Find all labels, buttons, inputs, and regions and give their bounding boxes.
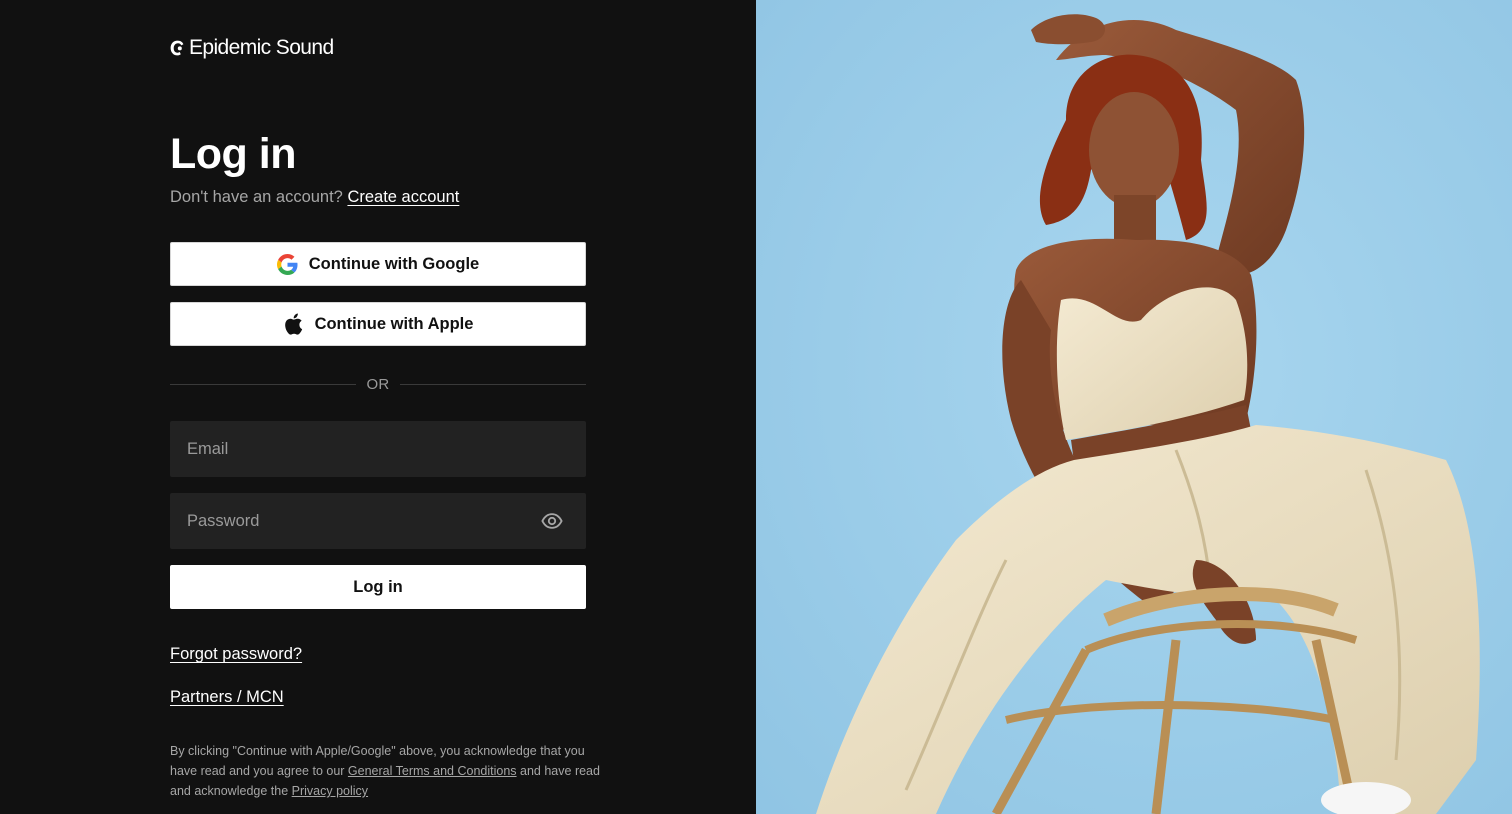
divider-line-left xyxy=(170,383,357,385)
password-field[interactable] xyxy=(187,493,540,549)
email-field[interactable] xyxy=(187,421,569,477)
epidemic-sound-logo-icon xyxy=(170,40,184,56)
email-field-container xyxy=(170,421,586,477)
login-panel: Epidemic Sound Log in Don't have an acco… xyxy=(0,0,756,814)
brand-logo[interactable]: Epidemic Sound xyxy=(170,36,334,60)
signup-prompt: Don't have an account? xyxy=(170,188,343,206)
hero-photo-illustration xyxy=(756,0,1512,814)
create-account-link[interactable]: Create account xyxy=(347,188,459,206)
divider-line-right xyxy=(399,383,587,385)
or-divider: OR xyxy=(170,374,587,394)
privacy-policy-link[interactable]: Privacy policy xyxy=(292,784,368,798)
continue-with-apple-button[interactable]: Continue with Apple xyxy=(170,302,586,346)
continue-with-google-button[interactable]: Continue with Google xyxy=(170,242,586,286)
password-field-container xyxy=(170,493,586,549)
legal-notice: By clicking "Continue with Apple/Google"… xyxy=(170,741,600,801)
or-label: OR xyxy=(366,375,390,393)
hero-image xyxy=(756,0,1512,814)
partners-mcn-link[interactable]: Partners / MCN xyxy=(170,686,284,708)
signup-prompt-row: Don't have an account? Create account xyxy=(170,186,459,208)
page-title: Log in xyxy=(170,130,296,178)
google-button-label: Continue with Google xyxy=(308,254,480,273)
login-page: Epidemic Sound Log in Don't have an acco… xyxy=(0,0,1512,814)
forgot-password-link[interactable]: Forgot password? xyxy=(170,643,302,665)
apple-icon xyxy=(283,313,305,335)
google-icon xyxy=(277,253,299,275)
eye-icon[interactable] xyxy=(540,509,564,533)
apple-button-label: Continue with Apple xyxy=(314,314,474,333)
brand-name: Epidemic Sound xyxy=(189,36,334,59)
log-in-button[interactable]: Log in xyxy=(170,565,586,609)
terms-link[interactable]: General Terms and Conditions xyxy=(348,764,517,778)
